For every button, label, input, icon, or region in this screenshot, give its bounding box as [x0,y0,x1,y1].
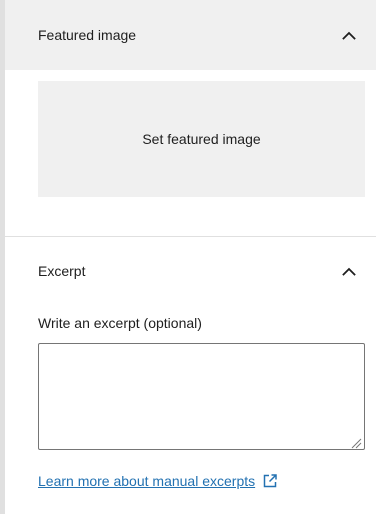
resize-grip-icon[interactable] [350,436,362,449]
excerpt-panel-title: Excerpt [38,263,86,279]
featured-image-panel-toggle[interactable]: Featured image [5,0,376,70]
excerpt-panel-toggle[interactable]: Excerpt [5,237,376,305]
learn-more-link-text: Learn more about manual excerpts [38,473,256,489]
excerpt-field-label: Write an excerpt (optional) [38,315,202,331]
chevron-up-icon[interactable] [338,260,360,282]
set-featured-image-label: Set featured image [142,131,261,147]
featured-image-panel: Featured image Set featured image [5,0,376,237]
learn-more-excerpts-link[interactable]: Learn more about manual excerpts [38,472,279,490]
excerpt-panel: Excerpt Write an excerpt (optional) Lear… [5,237,376,514]
set-featured-image-button[interactable]: Set featured image [38,81,365,197]
featured-image-panel-title: Featured image [38,27,137,43]
excerpt-textarea[interactable] [38,343,365,450]
chevron-up-icon[interactable] [338,24,360,46]
external-link-icon [261,472,279,490]
settings-sidebar: Featured image Set featured image Excerp… [0,0,376,514]
